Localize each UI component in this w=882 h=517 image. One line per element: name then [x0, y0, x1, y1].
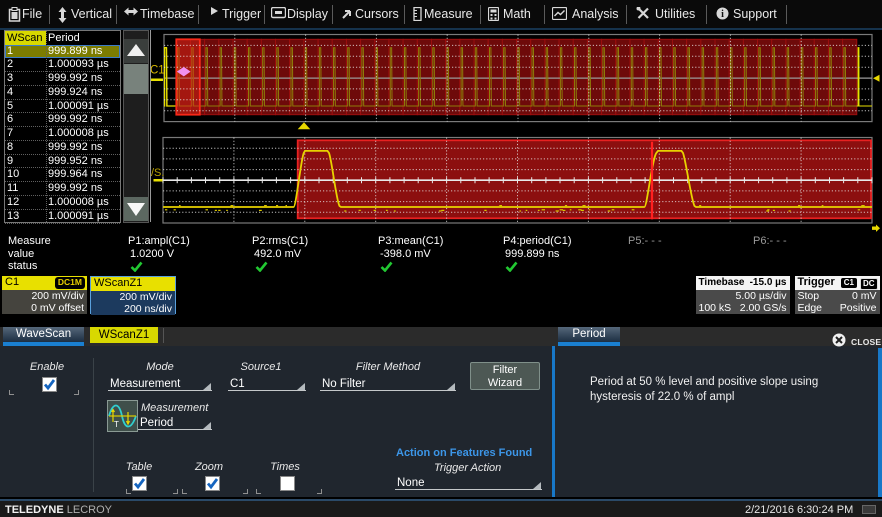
svg-text:T: T [114, 420, 119, 429]
svg-text:C1: C1 [150, 65, 165, 77]
svg-text:/S.: /S. [151, 167, 164, 179]
